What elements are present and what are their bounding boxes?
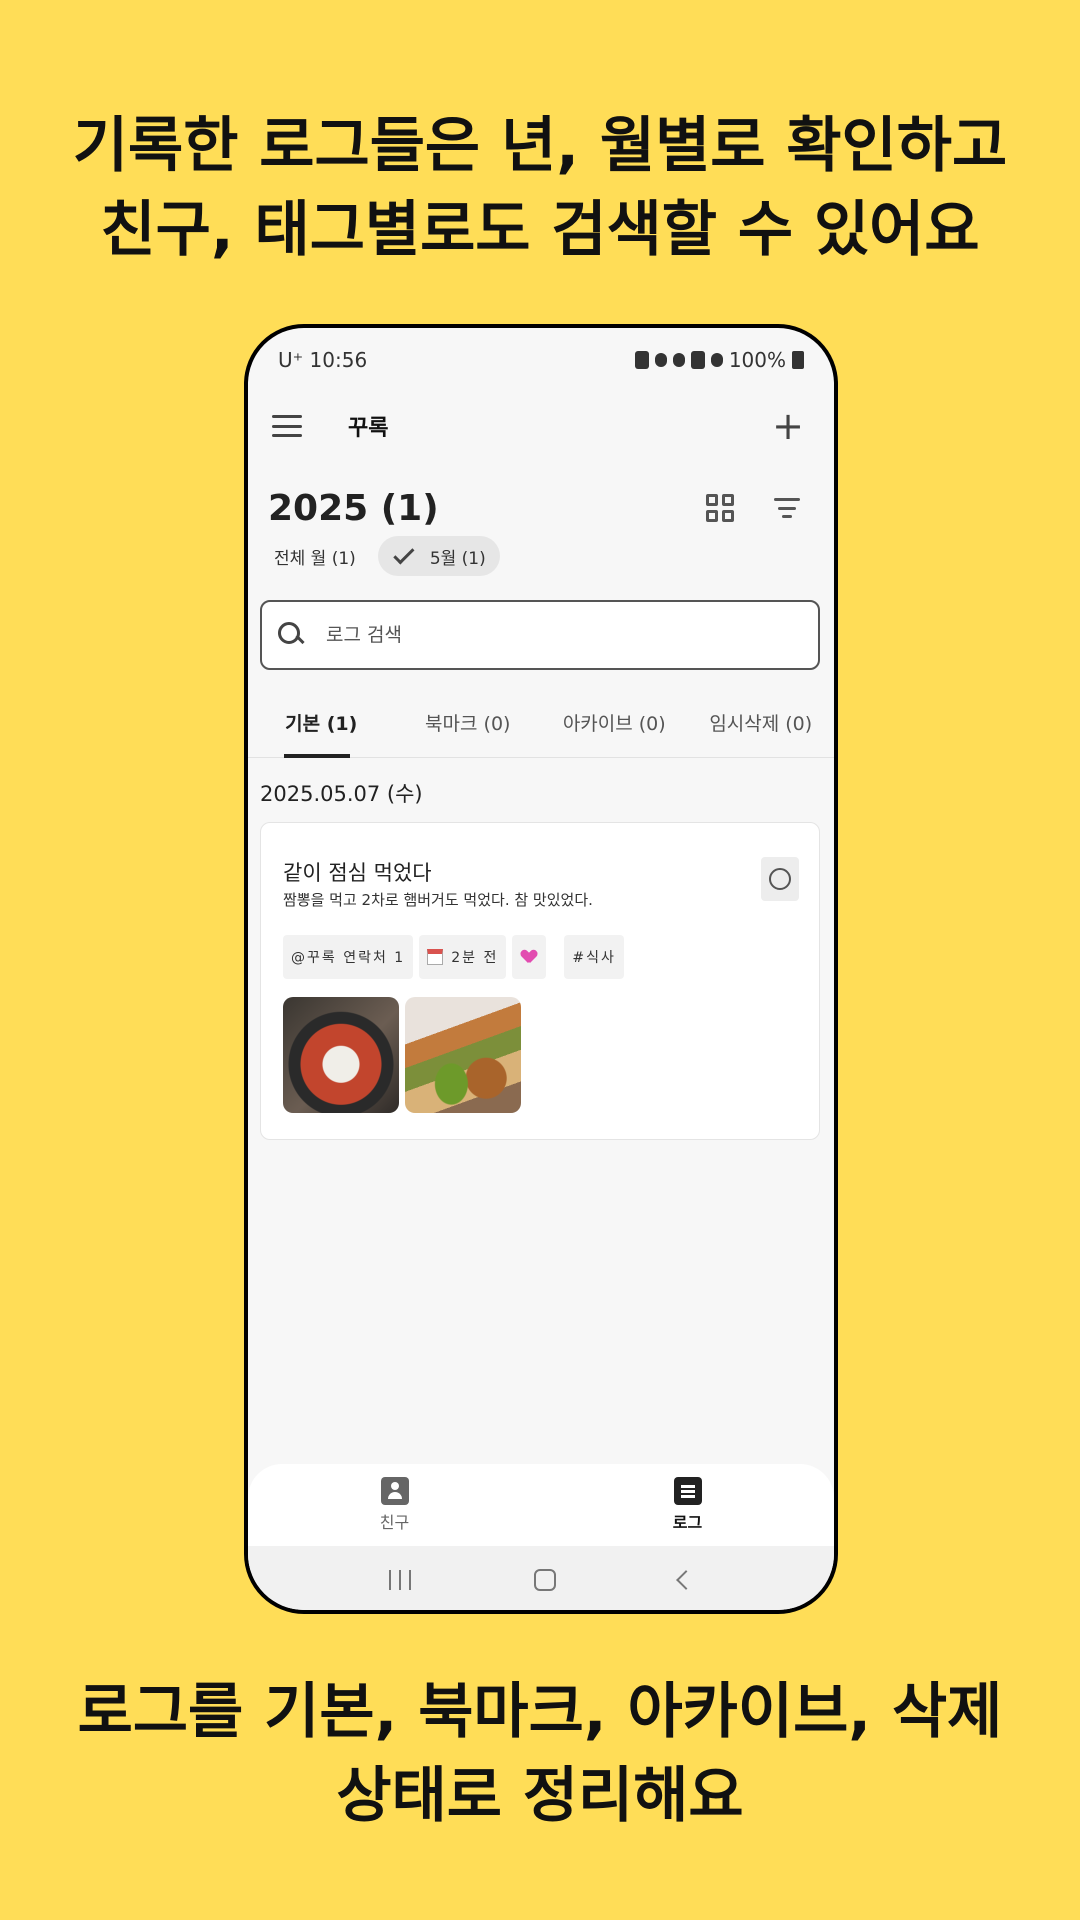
network-5g-icon [690, 351, 705, 369]
nav-friends[interactable]: 친구 [248, 1464, 541, 1546]
search-icon [278, 622, 304, 648]
friend-tag[interactable]: @꾸록 연락처 1 [283, 935, 414, 979]
back-icon[interactable] [675, 1570, 696, 1590]
status-icons: 100% [634, 348, 804, 372]
grid-view-icon[interactable] [706, 494, 734, 522]
promo-headline-top: 기록한 로그들은 년, 월별로 확인하고 친구, 태그별로도 검색할 수 있어요 [0, 104, 1080, 272]
heart-icon [522, 950, 536, 964]
nav-logs[interactable]: 로그 [541, 1464, 834, 1546]
time-tag-label: 2분 전 [451, 950, 499, 966]
chip-may[interactable]: 5월 (1) [377, 536, 500, 576]
select-toggle[interactable] [761, 857, 799, 901]
phone-screen: U⁺ 10:56 100% 꾸록 + 2025 (1) 전체 월 (1) 5월 … [248, 328, 834, 1610]
battery-percent: 100% [728, 348, 786, 372]
person-icon [380, 1477, 409, 1505]
mute-icon [672, 353, 685, 367]
battery-saver-icon [634, 351, 649, 369]
alarm-icon [654, 353, 667, 367]
hamburger-icon[interactable] [272, 415, 302, 437]
log-tags: @꾸록 연락처 1 2분 전 #식사 [283, 935, 624, 979]
nav-label: 친구 [379, 1513, 410, 1532]
plus-icon[interactable]: + [772, 407, 804, 445]
photo-hamburger[interactable] [405, 997, 521, 1113]
promo-bottom-line-1: 로그를 기본, 북마크, 아카이브, 삭제 [77, 1677, 1003, 1747]
recent-apps-icon[interactable] [389, 1570, 412, 1590]
promo-bottom-line-2: 상태로 정리해요 [336, 1761, 744, 1831]
chip-label: 5월 (1) [429, 548, 486, 569]
system-nav-bar [248, 1546, 834, 1610]
calendar-icon [427, 949, 444, 965]
tab-archive[interactable]: 아카이브 (0) [541, 688, 688, 757]
status-time: U⁺ 10:56 [278, 348, 368, 372]
chip-all-months[interactable]: 전체 월 (1) [260, 536, 370, 576]
bottom-nav: 친구 로그 [248, 1464, 834, 1546]
document-icon [673, 1477, 702, 1505]
photo-jjamppong[interactable] [283, 997, 399, 1113]
status-bar: U⁺ 10:56 100% [248, 328, 834, 384]
filter-icon[interactable] [774, 498, 800, 518]
check-icon [393, 543, 415, 565]
app-bar: 꾸록 + [248, 384, 834, 468]
time-tag: 2분 전 [419, 935, 507, 979]
month-chips: 전체 월 (1) 5월 (1) [260, 536, 500, 576]
phone-frame: U⁺ 10:56 100% 꾸록 + 2025 (1) 전체 월 (1) 5월 … [244, 324, 838, 1614]
log-photos [283, 997, 521, 1113]
tab-bookmark[interactable]: 북마크 (0) [395, 688, 542, 757]
chip-label: 전체 월 (1) [274, 548, 356, 569]
log-card[interactable]: 같이 점심 먹었다 짬뽕을 먹고 2차로 햄버거도 먹었다. 참 맛있었다. @… [260, 822, 820, 1140]
search-box[interactable] [260, 600, 820, 670]
tab-temp-delete[interactable]: 임시삭제 (0) [688, 688, 835, 757]
nav-label: 로그 [672, 1513, 703, 1532]
promo-top-line-1: 기록한 로그들은 년, 월별로 확인하고 [72, 111, 1008, 181]
log-description: 짬뽕을 먹고 2차로 햄버거도 먹었다. 참 맛있었다. [283, 891, 593, 909]
log-date-header: 2025.05.07 (수) [260, 782, 423, 806]
tab-default[interactable]: 기본 (1) [248, 688, 395, 758]
hashtag[interactable]: #식사 [564, 935, 624, 979]
mood-tag [512, 935, 547, 979]
promo-headline-bottom: 로그를 기본, 북마크, 아카이브, 삭제 상태로 정리해요 [0, 1670, 1080, 1838]
log-title: 같이 점심 먹었다 [283, 861, 432, 885]
year-title: 2025 (1) [268, 487, 439, 529]
status-tabs: 기본 (1) 북마크 (0) 아카이브 (0) 임시삭제 (0) [248, 688, 834, 758]
app-title: 꾸록 [348, 416, 389, 441]
battery-icon [792, 351, 804, 369]
search-input[interactable] [326, 624, 766, 646]
signal-icon [710, 353, 723, 367]
promo-top-line-2: 친구, 태그별로도 검색할 수 있어요 [100, 195, 980, 265]
home-icon[interactable] [533, 1569, 556, 1591]
circle-icon [769, 868, 791, 890]
